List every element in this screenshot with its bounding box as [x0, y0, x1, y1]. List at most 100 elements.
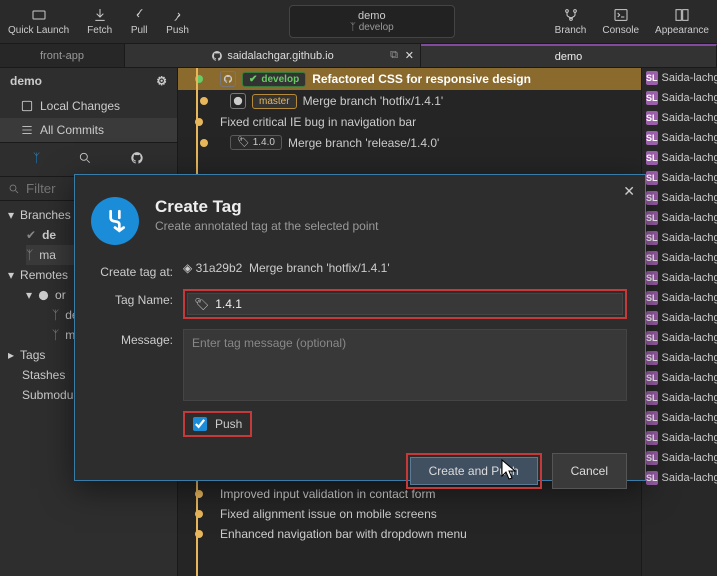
author-badge: SL [646, 391, 658, 405]
cancel-button[interactable]: Cancel [552, 453, 627, 489]
author-badge: SL [646, 311, 658, 325]
author-row: SL Saida-lachgar [642, 168, 717, 188]
fork-app-icon [91, 197, 139, 245]
author-name: Saida-lachgar [662, 112, 717, 124]
author-row: SLSaida-lachgar [642, 348, 717, 368]
sidebar-local-changes[interactable]: Local Changes [0, 94, 177, 118]
tag-name-input[interactable]: 🏷 [187, 293, 623, 315]
quick-launch-button[interactable]: Quick Launch [8, 7, 69, 36]
branch-label: Branch [555, 25, 587, 36]
author-badge: SL [646, 191, 658, 205]
push-checkbox[interactable] [193, 417, 207, 431]
repo-name: demo [358, 10, 386, 22]
message-input[interactable]: Enter tag message (optional) [183, 329, 627, 401]
tab-demo[interactable]: demo [421, 44, 717, 67]
author-name: Saida-lachgar [662, 372, 717, 384]
commit-message: Improved input validation in contact for… [220, 487, 635, 501]
commit-row[interactable]: ✔ develop Refactored CSS for responsive … [178, 68, 641, 90]
author-badge: SL [646, 371, 658, 385]
search-icon[interactable] [78, 151, 92, 168]
author-name: Saida-lachgar [662, 452, 717, 464]
commit-icon: ◈ [183, 261, 192, 275]
author-name: Saida-lachgar [662, 132, 717, 144]
github-icon [230, 93, 246, 109]
appearance-button[interactable]: Appearance [655, 7, 709, 36]
author-row: SL Saida-lachgar [642, 268, 717, 288]
author-name: Saida-lachgar [662, 392, 717, 404]
author-name: Saida-lachgar [662, 152, 717, 164]
commit-message: Fixed alignment issue on mobile screens [220, 507, 635, 521]
author-row: SL Saida-lachgar [642, 248, 717, 268]
dialog-subtitle: Create annotated tag at the selected poi… [155, 219, 379, 233]
author-badge: SL [646, 71, 658, 85]
fetch-button[interactable]: Fetch [87, 7, 112, 36]
create-tag-dialog: ✕ Create Tag Create annotated tag at the… [74, 174, 646, 481]
tag-name-label: Tag Name: [91, 289, 173, 307]
branch-icon[interactable]: ᛉ [33, 151, 40, 168]
author-badge: SL [646, 451, 658, 465]
github-icon [211, 50, 223, 62]
quick-launch-label: Quick Launch [8, 25, 69, 36]
push-button[interactable]: Push [166, 7, 189, 36]
commit-row[interactable]: Enhanced navigation bar with dropdown me… [178, 524, 641, 544]
message-label: Message: [91, 329, 173, 347]
commit-row[interactable]: Fixed critical IE bug in navigation bar [178, 112, 641, 132]
commit-message: Refactored CSS for responsive design [312, 72, 635, 86]
author-name: Saida-lachgar [662, 352, 717, 364]
repo-tabs: front-app saidalachgar.github.io ⧉ ✕ dem… [0, 44, 717, 68]
branch-tag-master: master [252, 94, 297, 109]
author-row: SLSaida-lachgar [642, 128, 717, 148]
author-name: Saida-lachgar [662, 472, 717, 484]
sidebar-all-commits[interactable]: All Commits [0, 118, 177, 142]
close-tab-icon[interactable]: ✕ [405, 49, 414, 62]
settings-icon[interactable]: ⚙ [156, 74, 167, 88]
commit-message: Enhanced navigation bar with dropdown me… [220, 527, 635, 541]
commit-message: Merge branch 'hotfix/1.4.1' [303, 94, 635, 108]
pull-label: Pull [131, 25, 148, 36]
commit-row[interactable]: Fixed alignment issue on mobile screens [178, 504, 641, 524]
author-badge: SL [646, 211, 658, 225]
create-and-push-button[interactable]: Create and Push [410, 457, 538, 485]
branch-tag-develop: ✔ develop [242, 72, 306, 87]
appearance-label: Appearance [655, 25, 709, 36]
commit-row[interactable]: master Merge branch 'hotfix/1.4.1' [178, 90, 641, 112]
author-row: SLSaida-lachgar [642, 68, 717, 88]
external-link-icon[interactable]: ⧉ [390, 49, 398, 62]
console-button[interactable]: Console [602, 7, 639, 36]
commit-row[interactable]: 🏷 1.4.0 Merge branch 'release/1.4.0' [178, 132, 641, 153]
branch-button[interactable]: Branch [555, 7, 587, 36]
fetch-label: Fetch [87, 25, 112, 36]
author-row: SLSaida-lachgar [642, 148, 717, 168]
author-name: Saida-lachgar [662, 272, 717, 284]
author-row: SLSaida-lachgar [642, 428, 717, 448]
create-at-label: Create tag at: [91, 261, 173, 279]
repo-branch: ᛉ develop [350, 22, 394, 33]
author-name: Saida-lachgar [662, 292, 717, 304]
author-name: Saida-lachgar [662, 432, 717, 444]
author-badge: SL [646, 111, 658, 125]
github-icon[interactable] [130, 151, 144, 168]
tab-saidalachgar[interactable]: saidalachgar.github.io ⧉ ✕ [125, 44, 421, 67]
authors-column: // generated below SLSaida-lachgarSLSaid… [641, 68, 717, 576]
author-row: SL Saida-lachgar [642, 388, 717, 408]
author-name: Saida-lachgar [662, 252, 717, 264]
author-name: Saida-lachgar [662, 172, 717, 184]
sidebar-repo-name: demo ⚙ [0, 68, 177, 94]
author-badge: SL [646, 291, 658, 305]
search-icon [8, 183, 20, 195]
close-icon[interactable]: ✕ [623, 183, 635, 200]
author-badge: SL [646, 471, 658, 485]
tab-front-app[interactable]: front-app [0, 44, 125, 67]
author-badge: SL [646, 251, 658, 265]
author-name: Saida-lachgar [662, 332, 717, 344]
author-row: SL Saida-lachgar [642, 308, 717, 328]
author-badge: SL [646, 271, 658, 285]
author-name: Saida-lachgar [662, 312, 717, 324]
author-row: SL Saida-lachgar [642, 448, 717, 468]
author-row: SL Saida-lachgar [642, 288, 717, 308]
pull-button[interactable]: Pull [130, 7, 148, 36]
repo-selector[interactable]: demo ᛉ develop [289, 5, 455, 38]
author-badge: SL [646, 171, 658, 185]
author-row: SLSaida-lachgar [642, 88, 717, 108]
author-badge: SL [646, 331, 658, 345]
